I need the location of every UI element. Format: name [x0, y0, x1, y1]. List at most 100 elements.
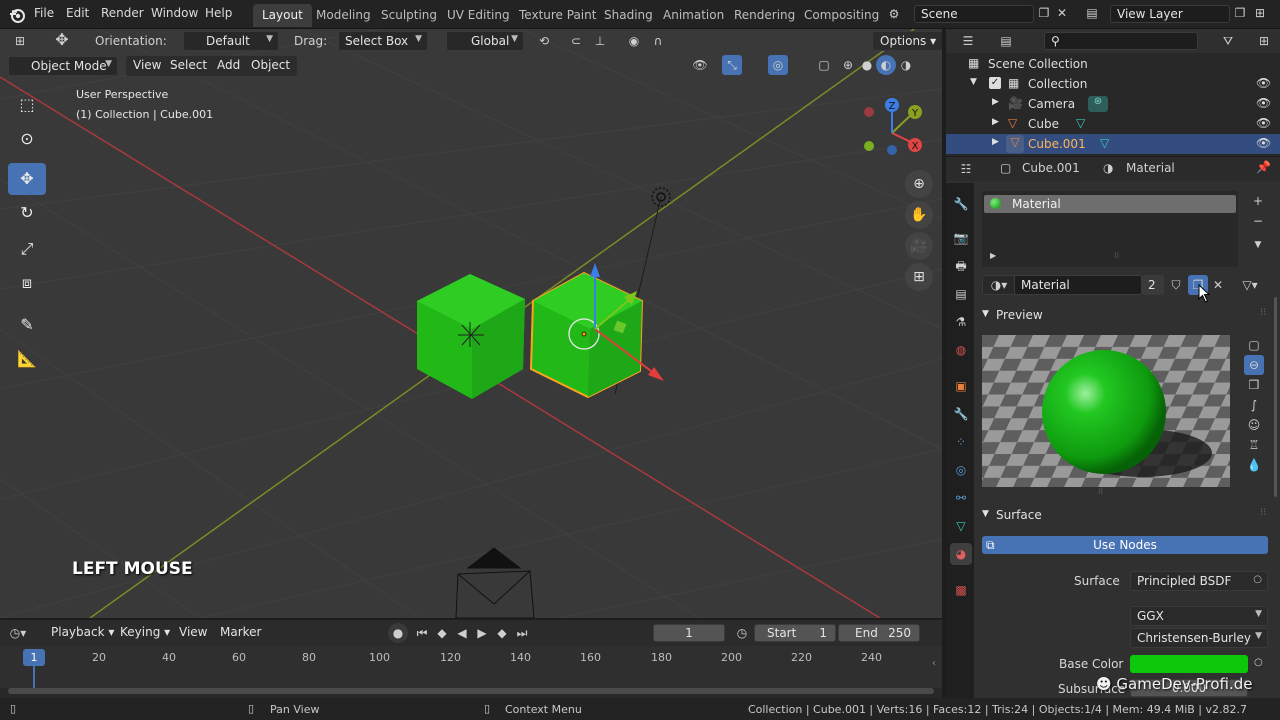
delete-view-layer-icon[interactable]: ⊞: [1250, 3, 1270, 23]
visibility-icon[interactable]: 👁: [690, 55, 710, 75]
socket-dot-icon[interactable]: ○: [1254, 657, 1263, 668]
preview-panel-header[interactable]: ▼ Preview ⁝⁝: [978, 305, 1276, 327]
preview-flat-icon[interactable]: ▢: [1244, 335, 1264, 355]
view-layer-selector-icon[interactable]: ▤: [1082, 3, 1102, 23]
preview-fluid-icon[interactable]: 💧: [1244, 455, 1264, 475]
drag-dropdown[interactable]: Select Box ▼: [338, 31, 428, 51]
start-frame-field[interactable]: Start 1: [754, 624, 836, 642]
wireframe-shading-icon[interactable]: ⊕: [838, 55, 858, 75]
blender-logo-icon[interactable]: [8, 6, 26, 24]
timeline-editor-icon[interactable]: ◷▾: [8, 623, 28, 643]
camera-view-icon[interactable]: 🎥: [905, 232, 933, 260]
expand-arrow-icon[interactable]: ▶: [990, 251, 996, 260]
menu-edit[interactable]: Edit: [66, 6, 89, 20]
expand-arrow-icon[interactable]: ▶: [992, 97, 999, 107]
menu-help[interactable]: Help: [205, 6, 232, 20]
world-tab-icon[interactable]: ◍: [950, 339, 972, 361]
distribution-dropdown[interactable]: GGX ▼: [1130, 606, 1268, 626]
fake-user-shield-icon[interactable]: ⛉: [1166, 275, 1186, 295]
preview-sphere-icon[interactable]: ⊖: [1244, 355, 1264, 375]
expand-arrow-icon[interactable]: ▼: [970, 77, 977, 87]
move-tool-icon[interactable]: ✥: [8, 163, 46, 195]
solid-shading-icon[interactable]: ●: [857, 55, 877, 75]
subsurface-method-dropdown[interactable]: Christensen-Burley ▼: [1130, 628, 1268, 648]
snap-icon[interactable]: ⊂: [566, 31, 586, 51]
surface-panel-header[interactable]: ▼ Surface ⁝⁝: [978, 505, 1276, 527]
editor-type-icon[interactable]: ⊞: [10, 31, 30, 51]
material-tab-icon[interactable]: ◕: [950, 543, 972, 565]
resize-grip-icon[interactable]: ⁝⁝: [1114, 251, 1119, 260]
constraints-tab-icon[interactable]: ⚯: [950, 487, 972, 509]
clock-icon[interactable]: ◷: [732, 623, 752, 643]
mesh-data-icon[interactable]: ▽: [1076, 116, 1085, 130]
select-box-tool-icon[interactable]: ⬚: [8, 89, 46, 121]
outliner-row-cube[interactable]: ▶ ▽ Cube ▽ 👁: [946, 114, 1280, 134]
eye-icon[interactable]: 👁: [1256, 96, 1271, 110]
slot-specials-icon[interactable]: ▼: [1248, 235, 1268, 255]
play-icon[interactable]: ▶: [472, 623, 492, 643]
tab-shading[interactable]: Shading: [595, 4, 662, 27]
mesh-data-icon[interactable]: ▽: [1100, 136, 1109, 150]
base-color-swatch[interactable]: [1130, 655, 1248, 673]
pin-icon[interactable]: 📌: [1256, 160, 1271, 174]
scene-tab-icon[interactable]: ⚗: [950, 311, 972, 333]
snap-target-icon[interactable]: ⊥: [590, 31, 610, 51]
link-mode-icon[interactable]: ▽▾: [1240, 275, 1260, 295]
properties-scrollbar[interactable]: [1274, 297, 1277, 497]
end-frame-field[interactable]: End 250: [838, 624, 920, 642]
menu-marker[interactable]: Marker: [213, 623, 268, 643]
outliner-row-cube-001[interactable]: ▶ ▽ Cube.001 ▽ 👁: [946, 134, 1280, 154]
drag-handle-icon[interactable]: ⁝⁝: [1260, 507, 1266, 518]
expand-arrow-icon[interactable]: ▶: [992, 117, 999, 127]
view-layer-field[interactable]: View Layer: [1110, 5, 1230, 23]
preview-monkey-icon[interactable]: ☺: [1244, 415, 1264, 435]
preview-cube-icon[interactable]: ❒: [1244, 375, 1264, 395]
surface-shader-dropdown[interactable]: Principled BSDF ○: [1130, 571, 1268, 591]
scene-selector-icon[interactable]: ⚙: [884, 4, 904, 24]
xray-icon[interactable]: ▢: [814, 55, 834, 75]
outliner-row-scene-collection[interactable]: ▦ Scene Collection: [946, 54, 1280, 74]
record-icon[interactable]: ●: [388, 623, 408, 643]
collapse-sidebar-icon[interactable]: ‹: [932, 658, 936, 669]
overlay-toggle-icon[interactable]: ◎: [768, 55, 788, 75]
tab-rendering[interactable]: Rendering: [725, 4, 804, 27]
orientation-dropdown[interactable]: Default ▼: [183, 31, 279, 51]
navigation-gizmo[interactable]: X Y Z: [858, 95, 928, 159]
rendered-shading-icon[interactable]: ◑: [896, 55, 916, 75]
transform-orientation-dropdown[interactable]: Global ▼: [446, 31, 524, 51]
preview-hair-icon[interactable]: ∫: [1244, 395, 1264, 415]
browse-material-icon[interactable]: ◑▾: [982, 275, 1016, 295]
menu-select[interactable]: Select: [163, 56, 215, 76]
texture-tab-icon[interactable]: ▩: [950, 579, 972, 601]
scene-field[interactable]: Scene: [914, 5, 1034, 23]
pivot-point-icon[interactable]: ⟲: [534, 31, 554, 51]
cursor-tool-icon[interactable]: ⊙: [8, 123, 46, 155]
new-scene-icon[interactable]: ❐: [1034, 3, 1054, 23]
menu-playback[interactable]: Playback ▾: [44, 623, 121, 643]
properties-editor-icon[interactable]: ☷: [956, 159, 976, 179]
material-shading-icon[interactable]: ◐: [876, 55, 896, 75]
checkbox-icon[interactable]: ✓: [989, 77, 1001, 89]
material-slot-item[interactable]: Material: [984, 195, 1236, 213]
tab-animation[interactable]: Animation: [654, 4, 733, 27]
particles-tab-icon[interactable]: ⁘: [950, 431, 972, 453]
timeline-scrollbar[interactable]: [8, 688, 934, 694]
tab-modeling[interactable]: Modeling: [307, 4, 380, 27]
camera-data-icon[interactable]: ⊛: [1088, 96, 1108, 112]
proportional-edit-icon[interactable]: ◉: [624, 31, 644, 51]
zoom-icon[interactable]: ⊕: [905, 170, 933, 198]
timeline-track[interactable]: 1 20 40 60 80 100 120 140 160 180 200 22…: [0, 646, 942, 688]
menu-timeline-view[interactable]: View: [172, 623, 214, 643]
menu-window[interactable]: Window: [151, 6, 198, 20]
eye-icon[interactable]: 👁: [1256, 76, 1271, 90]
jump-start-icon[interactable]: ⏮: [412, 623, 432, 643]
resize-grip-icon[interactable]: ⁝⁝: [1098, 487, 1103, 496]
play-reverse-icon[interactable]: ◀: [452, 623, 472, 643]
object-tab-icon[interactable]: ▣: [950, 375, 972, 397]
new-view-layer-icon[interactable]: ❐: [1230, 3, 1250, 23]
menu-object[interactable]: Object: [244, 56, 298, 76]
options-button[interactable]: Options ▾: [872, 31, 942, 51]
ortho-toggle-icon[interactable]: ⊞: [905, 263, 933, 291]
preview-cloth-icon[interactable]: ♖: [1244, 435, 1264, 455]
tab-texture-paint[interactable]: Texture Paint: [510, 4, 605, 27]
